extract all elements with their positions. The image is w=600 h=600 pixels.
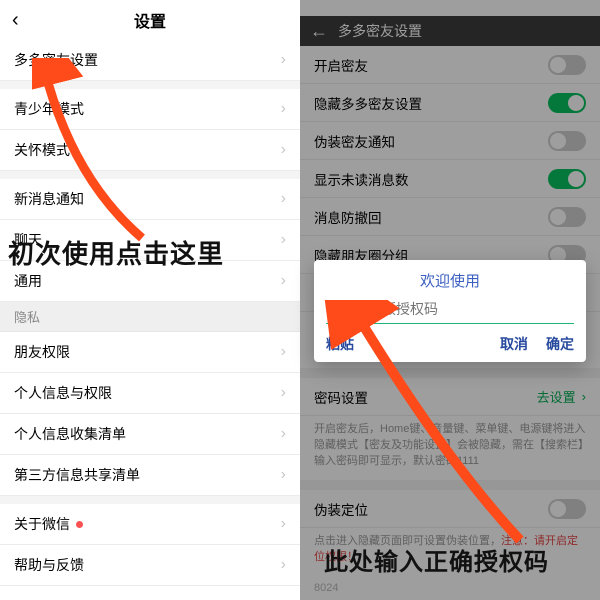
chevron-right-icon: › (281, 425, 286, 443)
row-notifications[interactable]: 新消息通知 › (0, 179, 300, 220)
row-label: 帮助与反馈 (14, 555, 84, 575)
annotation-text-1: 初次使用点击这里 (8, 234, 224, 271)
row-label: 青少年模式 (14, 99, 84, 119)
row-friend-perm[interactable]: 朋友权限 › (0, 332, 300, 373)
row-care-mode[interactable]: 关怀模式 › (0, 130, 300, 171)
divider (0, 171, 300, 179)
chevron-right-icon: › (281, 384, 286, 402)
divider (0, 496, 300, 504)
section-privacy: 隐私 (0, 302, 300, 332)
row-label: 个人信息与权限 (14, 383, 112, 403)
row-about-wechat[interactable]: 关于微信 › (0, 504, 300, 545)
chevron-right-icon: › (281, 141, 286, 159)
chevron-right-icon: › (281, 231, 286, 249)
row-label: 新消息通知 (14, 189, 84, 209)
row-label: 第三方信息共享清单 (14, 465, 140, 485)
chevron-right-icon: › (281, 556, 286, 574)
row-label: 朋友权限 (14, 342, 70, 362)
dialog-actions: 粘贴 取消 确定 (326, 334, 574, 354)
annotation-text-2: 此处输入正确授权码 (324, 542, 549, 577)
chevron-right-icon: › (281, 190, 286, 208)
row-label-text: 关于微信 (14, 514, 70, 534)
chevron-right-icon: › (281, 343, 286, 361)
cancel-button[interactable]: 取消 (500, 334, 528, 354)
welcome-dialog: 欢迎使用 粘贴 取消 确定 (314, 260, 586, 362)
chevron-right-icon: › (281, 466, 286, 484)
chevron-right-icon: › (281, 272, 286, 290)
reddot-icon (76, 521, 83, 528)
auth-code-input[interactable] (326, 297, 574, 324)
chevron-right-icon: › (281, 515, 286, 533)
row-info-collect[interactable]: 个人信息收集清单 › (0, 414, 300, 455)
row-duoduo-miyou[interactable]: 多多密友设置 › (0, 40, 300, 81)
back-icon[interactable]: ‹ (12, 9, 19, 32)
row-label: 个人信息收集清单 (14, 424, 126, 444)
row-label: 多多密友设置 (14, 50, 98, 70)
left-screenshot: ‹ 设置 多多密友设置 › 青少年模式 › 关怀模式 › 新消息通知 › (0, 0, 300, 600)
paste-button[interactable]: 粘贴 (326, 334, 354, 354)
right-screenshot: ← 多多密友设置 开启密友 隐藏多多密友设置 伪装密友通知 显示未读消息数 消息… (300, 0, 600, 600)
chevron-right-icon: › (281, 51, 286, 69)
row-teen-mode[interactable]: 青少年模式 › (0, 89, 300, 130)
row-label: 通用 (14, 271, 42, 291)
row-label: 关于微信 (14, 514, 83, 534)
left-header: ‹ 设置 (0, 0, 300, 40)
page-title: 设置 (134, 8, 166, 32)
row-personal-info[interactable]: 个人信息与权限 › (0, 373, 300, 414)
chevron-right-icon: › (281, 100, 286, 118)
ok-button[interactable]: 确定 (546, 334, 574, 354)
row-label: 关怀模式 (14, 140, 70, 160)
settings-list: 多多密友设置 › 青少年模式 › 关怀模式 › 新消息通知 › 聊天 › (0, 40, 300, 600)
dialog-title: 欢迎使用 (326, 270, 574, 291)
divider (0, 81, 300, 89)
row-thirdparty-share[interactable]: 第三方信息共享清单 › (0, 455, 300, 496)
row-help-feedback[interactable]: 帮助与反馈 › (0, 545, 300, 586)
